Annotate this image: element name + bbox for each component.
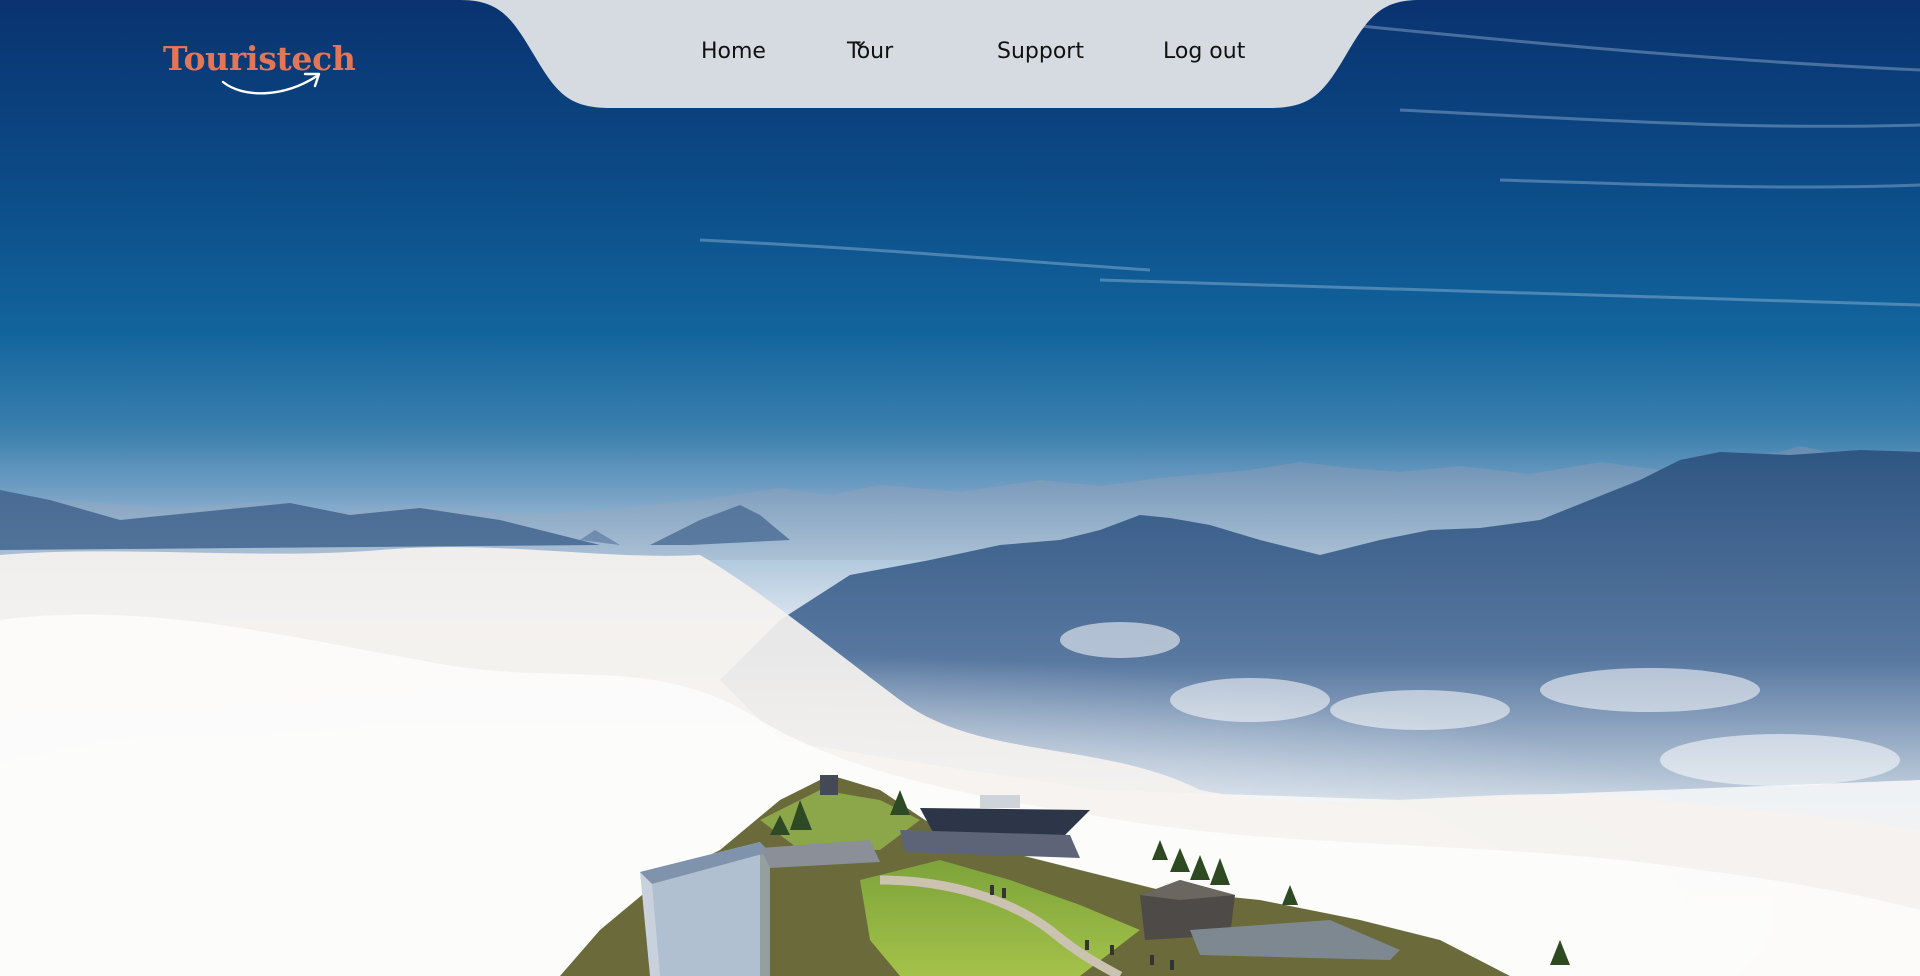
navigation-bar: Home Tour Support Log out	[440, 0, 1440, 108]
hero-landscape-image	[0, 18, 1920, 976]
nav-support[interactable]: Support	[997, 39, 1084, 64]
nav-logout[interactable]: Log out	[1163, 39, 1245, 64]
nav-tour-label: Tour	[847, 39, 894, 64]
brand-logo[interactable]: Touristech	[163, 38, 356, 100]
nav-support-label: Support	[997, 39, 1084, 64]
nav-home[interactable]: Home	[701, 39, 766, 64]
hero-background: Touristech Home Tour Support Log out	[0, 0, 1920, 976]
nav-tour-dropdown[interactable]: Tour	[847, 39, 893, 64]
main-nav: Home Tour Support Log out	[440, 0, 1440, 108]
nav-home-label: Home	[701, 39, 766, 64]
nav-logout-label: Log out	[1163, 39, 1246, 64]
swoosh-arrow-icon	[221, 72, 321, 95]
chevron-down-icon	[855, 41, 865, 47]
